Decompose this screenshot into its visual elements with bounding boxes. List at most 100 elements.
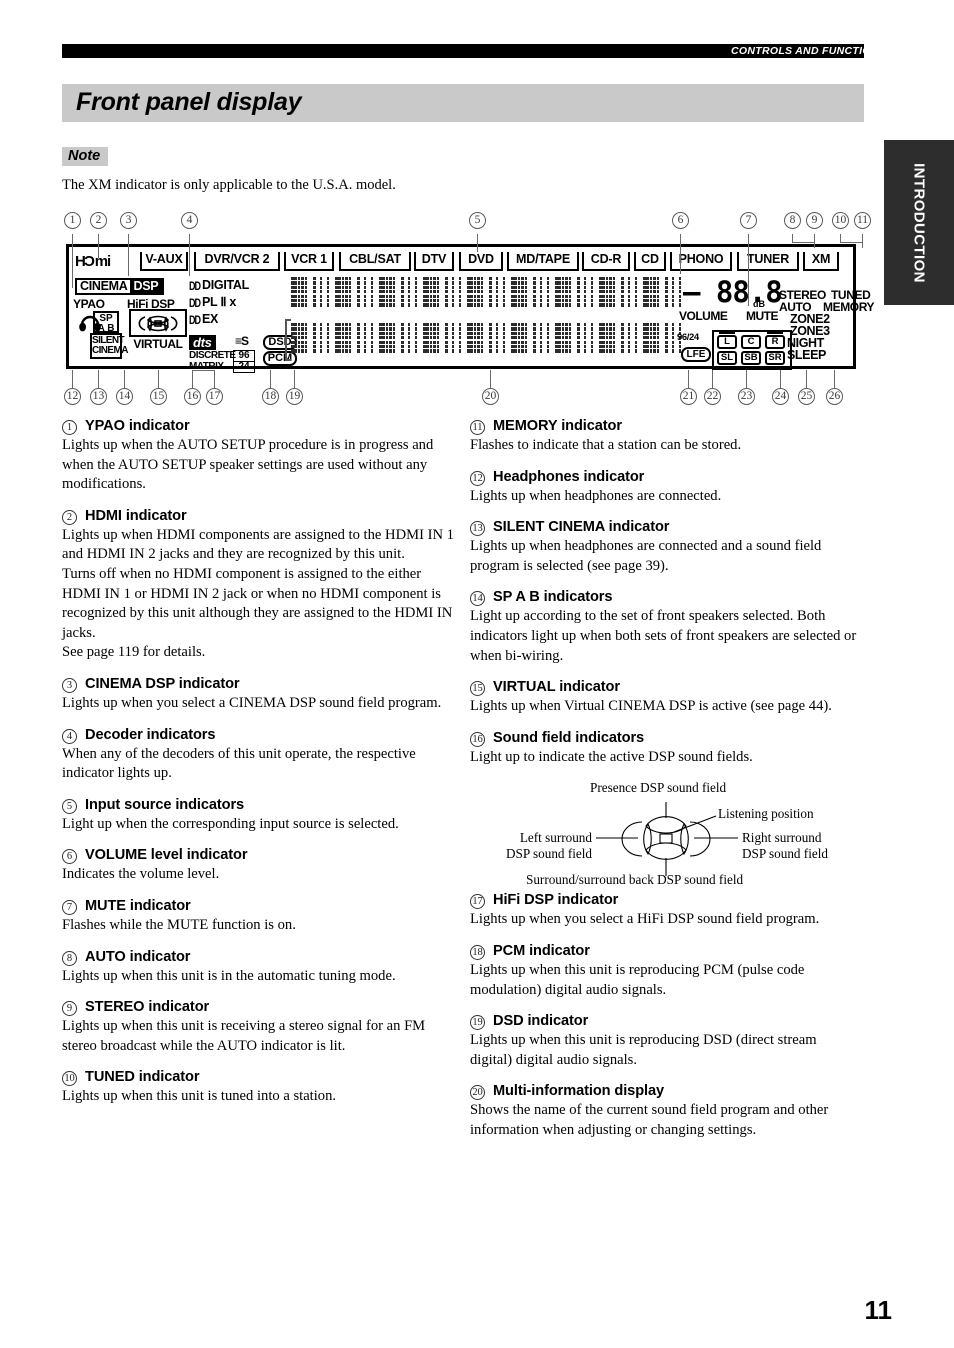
- indicator-entry-17: 17 HiFi DSP indicator Lights up when you s…: [470, 892, 862, 930]
- entry-title: YPAO indicator: [85, 418, 190, 434]
- entry-body: Lights up when you select a CINEMA DSP s…: [62, 694, 442, 711]
- sound-field-flower-icon: [138, 315, 178, 332]
- callout-leader-14: [124, 370, 125, 388]
- source-indicator-dvr-vcr-2: DVR/VCR 2: [194, 249, 280, 271]
- lfe-indicator: LFE: [681, 347, 711, 362]
- indicator-entry-9: 9 STEREO indicator Lights up when this uni…: [62, 999, 454, 1056]
- callout-leader-10: [840, 234, 841, 242]
- callout-13: 13: [90, 388, 107, 405]
- callout-6: 6: [672, 212, 689, 229]
- entry-title: MEMORY indicator: [493, 418, 622, 434]
- front-panel-display-figure: V-AUX DVR/VCR 2 VCR 1 CBL/SAT DTV DVD MD/TAPE C…: [62, 208, 875, 408]
- callout-leader-elbow-1617: [192, 370, 214, 371]
- entry-heading: 7 MUTE indicator: [62, 898, 454, 915]
- entry-number: 9: [62, 1001, 77, 1017]
- page-title: Front panel display: [76, 88, 302, 116]
- callout-4: 4: [181, 212, 198, 229]
- entry-title: HDMI indicator: [85, 507, 187, 524]
- entry-body: Lights up when this unit is receiving a …: [62, 1018, 426, 1054]
- entry-body: Flashes to indicate that a station can b…: [470, 437, 742, 453]
- entry-number: 4: [62, 728, 77, 744]
- sp-ab-indicator: SP A B: [93, 311, 119, 333]
- callout-16: 16: [184, 388, 201, 405]
- ypao-indicator: YPAO: [73, 297, 105, 311]
- db-unit-label: dB: [753, 299, 765, 309]
- entry-body: See page 119 for details.: [62, 644, 206, 661]
- decoder-indicators: DD DIGITAL DD PL Ⅱ x DD EX: [189, 277, 261, 336]
- indicator-entry-3: 3 CINEMA DSP indicator Lights up when you …: [62, 676, 454, 714]
- silent-cinema-indicator: SILENT CINEMA: [90, 333, 128, 359]
- indicator-entry-8: 8 AUTO indicator Lights up when this unit …: [62, 949, 454, 987]
- entry-number: 3: [62, 677, 77, 693]
- callout-leader-3: [128, 234, 129, 276]
- callout-leader-12: [72, 370, 73, 388]
- entry-heading: 15 VIRTUAL indicator: [470, 679, 862, 697]
- entry-body: Turns off when no HDMI component is assi…: [62, 565, 453, 641]
- entry-heading: 20 Multi-information display: [470, 1083, 862, 1101]
- callout-leader-26: [834, 370, 835, 388]
- callout-leader-4: [189, 234, 190, 276]
- indicator-entry-14: 14 SP A B indicators Light up according to…: [470, 589, 862, 666]
- callout-leader-15: [158, 370, 159, 388]
- entry-heading: 9 STEREO indicator: [62, 999, 454, 1017]
- entry-title: Multi-information display: [493, 1083, 665, 1100]
- callout-5: 5: [469, 212, 486, 229]
- entry-body: Lights up when Virtual CINEMA DSP is act…: [470, 698, 832, 715]
- entry-number: 1: [62, 420, 77, 435]
- callout-leader-22: [712, 370, 713, 388]
- entry-body: Lights up when this unit is in the autom…: [62, 967, 396, 984]
- mute-indicator: MUTE: [746, 309, 779, 323]
- entry-title: STEREO indicator: [85, 999, 210, 1016]
- entry-number: 14: [470, 591, 485, 607]
- virtual-indicator: VIRTUAL: [133, 337, 183, 351]
- entry-number: 10: [62, 1071, 77, 1087]
- entry-number: 13: [470, 521, 485, 537]
- indicator-entry-19: 19 DSD indicator Lights up when this unit …: [470, 1013, 862, 1070]
- entry-number: 7: [62, 899, 77, 915]
- callout-22: 22: [704, 388, 721, 405]
- source-indicator-md-tape: MD/TAPE: [507, 249, 579, 271]
- indicator-entry-7: 7 MUTE indicator Flashes while the MUTE fu…: [62, 898, 454, 936]
- entry-title: MUTE indicator: [85, 897, 191, 914]
- entry-number: 16: [470, 731, 485, 747]
- entry-title: DSD indicator: [493, 1013, 589, 1030]
- entry-heading: 4 Decoder indicators: [62, 727, 454, 744]
- entry-number: 2: [62, 509, 77, 525]
- entry-number: 5: [62, 798, 77, 814]
- volume-label: VOLUME: [679, 309, 728, 323]
- note-label: Note: [62, 147, 109, 166]
- entry-number: 18: [470, 944, 485, 960]
- callout-leader-23: [746, 370, 747, 388]
- callout-leader-16: [192, 370, 193, 388]
- source-indicator-vcr-1: VCR 1: [284, 249, 334, 271]
- label-surround-back: Surround/surround back DSP sound field: [526, 872, 744, 888]
- entry-number: 20: [470, 1085, 485, 1101]
- entry-heading: 11 MEMORY indicator: [470, 418, 862, 435]
- callout-20: 20: [482, 388, 499, 405]
- callout-leader-elbow-1011: [840, 242, 862, 243]
- callout-19: 19: [286, 388, 303, 405]
- volume-level-indicator: – 88.8: [683, 275, 783, 309]
- label-presence: Presence DSP sound field: [590, 780, 727, 796]
- callout-21: 21: [680, 388, 697, 405]
- sampling-9624-indicator: 96/24: [677, 332, 699, 343]
- indicator-entry-20: 20 Multi-information display Shows the nam…: [470, 1083, 862, 1140]
- callout-25: 25: [798, 388, 815, 405]
- callout-18: 18: [262, 388, 279, 405]
- source-indicator-dvd: DVD: [459, 249, 503, 271]
- entry-number: 15: [470, 681, 485, 697]
- source-indicator-cd: CD: [634, 249, 666, 271]
- indicator-entry-4: 4 Decoder indicators When any of the decod…: [62, 727, 454, 784]
- label-right-surround: Right surround DSP sound field: [742, 830, 828, 862]
- dolby-double-d-icon: DD: [189, 313, 201, 327]
- callout-leader-8: [792, 234, 793, 242]
- callout-10: 10: [832, 212, 849, 229]
- dsp-label: DSP: [129, 280, 163, 293]
- note-text: The XM indicator is only applicable to t…: [62, 177, 396, 193]
- callout-23: 23: [738, 388, 755, 405]
- indicator-entry-11: 11 MEMORY indicator Flashes to indicate th…: [470, 418, 862, 456]
- entry-heading: 6 VOLUME level indicator: [62, 847, 454, 865]
- label-left-surround: Left surround DSP sound field: [506, 830, 592, 862]
- entry-body: Lights up when headphones are connected.: [470, 487, 722, 504]
- entry-heading: 8 AUTO indicator: [62, 949, 454, 966]
